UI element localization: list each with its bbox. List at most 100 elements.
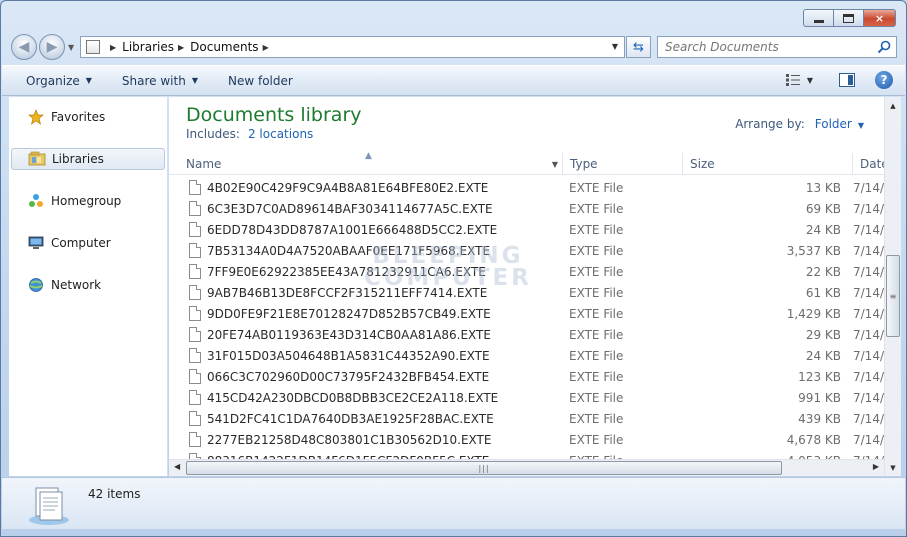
file-date-cell: 7/14/ [853,390,884,405]
file-size-cell: 22 KB [805,264,841,279]
column-size[interactable]: Size [683,153,853,175]
file-name-cell: 4B02E90C429F9C9A4B8A81E64BFE80E2.EXTE [169,180,563,195]
minimize-button[interactable] [803,9,834,27]
scroll-up-icon[interactable]: ▲ [885,97,901,114]
libraries-icon [28,151,46,167]
table-row[interactable]: 6EDD78D43DD8787A1001E666488D5CC2.EXTE EXT… [169,219,884,240]
file-size-cell: 69 KB [805,201,841,216]
nav-item-homegroup[interactable]: Homegroup [9,190,166,212]
organize-menu[interactable]: Organize ▼ [26,74,92,88]
file-name-cell: 6C3E3D7C0AD89614BAF3034114677A5C.EXTE [169,201,563,216]
chevron-down-icon[interactable]: ▼ [858,121,864,130]
scroll-right-icon[interactable]: ▶ [873,462,879,471]
file-type-cell: EXTE File [569,180,624,195]
column-name-label: Name [186,157,222,171]
nav-label: Libraries [52,152,104,166]
file-date-cell: 7/14/ [853,180,884,195]
file-type-cell: EXTE File [569,327,624,342]
file-type-cell: EXTE File [569,285,624,300]
change-view-icon[interactable] [785,73,801,87]
breadcrumb-separator-icon[interactable]: ▶ [110,43,116,52]
file-size-cell: 24 KB [805,348,841,363]
horizontal-scrollbar[interactable]: ◀ ||| ▶ [169,459,884,476]
file-name-cell: 541D2FC41C1DA7640DB3AE1925F28BAC.EXTE [169,411,563,426]
table-row[interactable]: 4B02E90C429F9C9A4B8A81E64BFE80E2.EXTE EXT… [169,177,884,198]
file-size-cell: 991 KB [798,390,841,405]
locations-link[interactable]: 2 locations [248,127,313,141]
file-date-cell: 7/14/ [853,348,884,363]
organize-label: Organize [26,73,80,88]
vertical-scroll-thumb[interactable]: ≡ [886,255,900,337]
file-icon [189,264,201,279]
search-input[interactable] [665,40,870,54]
view-dropdown-icon[interactable]: ▼ [807,76,813,85]
search-icon[interactable] [877,40,891,54]
help-icon[interactable]: ? [875,71,893,89]
recent-pages-dropdown[interactable]: ▼ [68,43,74,52]
file-name: 31F015D03A504648B1A5831C44352A90.EXTE [207,348,490,363]
nav-label: Network [51,278,102,292]
column-date[interactable]: Date [853,153,889,175]
table-row[interactable]: 6C3E3D7C0AD89614BAF3034114677A5C.EXTE EXT… [169,198,884,219]
minimize-icon [813,19,824,23]
sort-ascending-icon: ▲ [365,151,372,161]
arrange-by-value[interactable]: Folder [815,117,852,131]
file-date-cell: 7/14/ [853,306,884,321]
horizontal-scroll-thumb[interactable]: ||| [186,461,782,475]
file-icon [189,432,201,447]
breadcrumb-separator-icon[interactable]: ▶ [178,43,184,52]
file-name-cell: 20FE74AB0119363E43D314CB0AA81A86.EXTE [169,327,563,342]
forward-button[interactable]: ▶ [39,34,65,60]
chevron-down-icon: ▼ [85,76,92,85]
breadcrumb-separator-icon[interactable]: ▶ [263,43,269,52]
toolbar-right: ▼ ? [785,71,893,89]
computer-icon [27,235,45,251]
file-name-cell: 066C3C702960D00C73795F2432BFB454.EXTE [169,369,563,384]
new-folder-label: New folder [227,73,293,88]
file-size-cell: 4,678 KB [786,432,841,447]
breadcrumb-documents[interactable]: Documents [190,40,258,54]
back-button[interactable]: ◀ [11,34,37,60]
homegroup-icon [27,193,45,209]
file-size-cell: 29 KB [805,327,841,342]
nav-item-libraries[interactable]: Libraries [11,148,165,170]
address-bar[interactable]: ▶ Libraries ▶ Documents ▶ ▼ [80,36,625,58]
close-icon: × [874,11,885,25]
maximize-button[interactable] [834,9,864,27]
address-dropdown-icon[interactable]: ▼ [612,42,618,51]
column-filter-dropdown-icon[interactable]: ▼ [552,160,558,169]
search-box[interactable] [657,36,897,58]
scroll-down-icon[interactable]: ▼ [885,459,901,476]
table-row[interactable]: 31F015D03A504648B1A5831C44352A90.EXTE EXT… [169,345,884,366]
file-name: 415CD42A230DBCD0B8DBB3CE2CE2A118.EXTE [207,390,499,405]
file-type-cell: EXTE File [569,243,624,258]
file-type-cell: EXTE File [569,348,624,363]
breadcrumb-libraries[interactable]: Libraries [122,40,174,54]
preview-pane-icon[interactable] [839,73,855,87]
table-row[interactable]: 541D2FC41C1DA7640DB3AE1925F28BAC.EXTE EXT… [169,408,884,429]
column-type[interactable]: Type [563,153,683,175]
table-row[interactable]: 20FE74AB0119363E43D314CB0AA81A86.EXTE EXT… [169,324,884,345]
file-name: 541D2FC41C1DA7640DB3AE1925F28BAC.EXTE [207,411,494,426]
watermark-line: COMPUTER [364,265,532,291]
file-date-cell: 7/14/ [853,432,884,447]
file-name-cell: 415CD42A230DBCD0B8DBB3CE2CE2A118.EXTE [169,390,563,405]
new-folder-button[interactable]: New folder [228,74,293,88]
nav-item-favorites[interactable]: Favorites [9,106,166,128]
table-row[interactable]: 2277EB21258D48C803801C1B30562D10.EXTE EXT… [169,429,884,450]
table-row[interactable]: 9DD0FE9F21E8E70128247D852B57CB49.EXTE EXT… [169,303,884,324]
vertical-scrollbar[interactable]: ▲ ≡ ▼ [884,97,901,476]
navigation-pane: Favorites Libraries Homegroup Computer N… [9,97,168,476]
nav-item-network[interactable]: Network [9,274,166,296]
column-name[interactable]: ▲ Name ▼ [169,151,563,175]
table-row[interactable]: 066C3C702960D00C73795F2432BFB454.EXTE EXT… [169,366,884,387]
scroll-left-icon[interactable]: ◀ [174,462,180,471]
close-button[interactable]: × [864,9,896,27]
file-icon [189,411,201,426]
file-date-cell: 7/14/ [853,201,884,216]
table-row[interactable]: 415CD42A230DBCD0B8DBB3CE2CE2A118.EXTE EXT… [169,387,884,408]
nav-item-computer[interactable]: Computer [9,232,166,254]
file-date-cell: 7/14/ [853,264,884,279]
refresh-button[interactable]: ⇆ [626,36,651,58]
share-with-menu[interactable]: Share with ▼ [122,74,198,88]
